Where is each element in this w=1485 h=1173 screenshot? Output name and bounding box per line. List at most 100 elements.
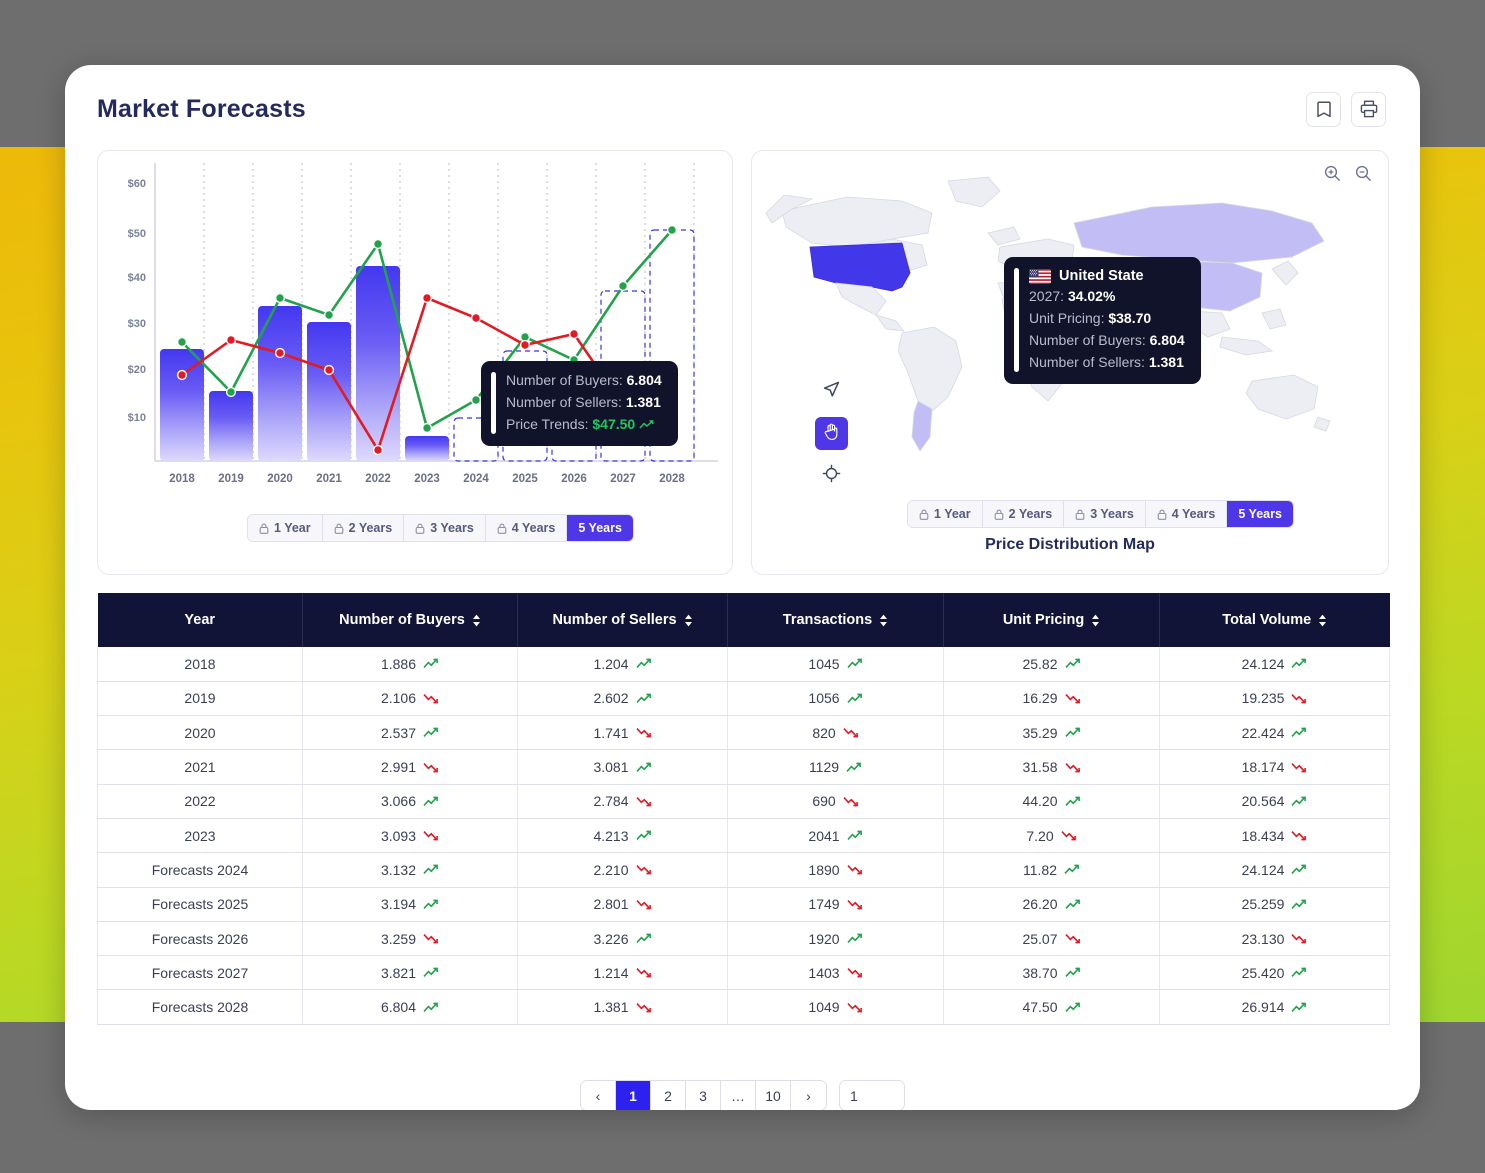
cell-sellers: 1.741	[517, 715, 728, 751]
trend-down-icon	[1064, 934, 1080, 944]
sort-icon[interactable]	[879, 614, 888, 627]
chart-range-tab-3-years[interactable]: 3 Years	[404, 515, 486, 541]
cell-sellers: 2.602	[517, 681, 728, 717]
column-header-year-label: Year	[184, 612, 216, 628]
sort-icon[interactable]	[472, 614, 481, 627]
chart-svg: $60 $50 $40 $30 $20 $10 2018 2019 2020 2…	[128, 163, 718, 485]
map-tool-strip[interactable]	[815, 375, 848, 492]
chart-range-tab-1-year-label: 1 Year	[274, 521, 311, 535]
chart-range-tabs[interactable]: 1 Year 2 Years 3 Years 4 Years 5 Years	[247, 514, 634, 542]
column-header-buyers[interactable]: Number of Buyers	[302, 593, 518, 647]
page-title: Market Forecasts	[97, 94, 306, 123]
tooltip-sellers-label: Number of Sellers:	[506, 393, 622, 410]
cell-transactions: 2041	[727, 818, 944, 854]
cell-transactions: 1920	[727, 921, 944, 957]
table-row: Forecasts 2026 3.259 3.226 1920 25.07 23.130	[97, 921, 1390, 957]
trend-up-icon	[635, 693, 651, 703]
map-range-tab-3-years-label: 3 Years	[1090, 507, 1134, 521]
map-tooltip-buyers-value: 6.804	[1149, 331, 1185, 348]
pagination-group[interactable]: ‹ 1 2 3 … 10 ›	[580, 1080, 827, 1110]
map-range-tab-1-year-label: 1 Year	[934, 507, 971, 521]
trend-down-icon	[423, 693, 438, 704]
sort-icon[interactable]	[1091, 614, 1100, 627]
pan-hand-tool[interactable]	[815, 417, 848, 450]
cell-sellers: 2.801	[517, 887, 728, 922]
trend-up-icon	[1291, 899, 1307, 909]
trend-down-icon	[1064, 762, 1080, 772]
trend-up-icon	[1064, 865, 1079, 875]
cell-unit-pricing: 25.82	[943, 647, 1160, 682]
map-tooltip-buyers-row: Number of Buyers: 6.804	[1029, 332, 1185, 350]
table-row: 2018 1.886 1.204 1045 25.82 24.124	[97, 647, 1390, 682]
print-button[interactable]	[1351, 91, 1386, 127]
map-zoom-controls[interactable]	[1324, 165, 1372, 187]
map-range-tabs[interactable]: 1 Year 2 Years 3 Years 4 Years 5 Years	[907, 500, 1294, 528]
column-header-buyers-label: Number of Buyers	[339, 612, 465, 628]
chart-range-tab-5-years[interactable]: 5 Years	[567, 515, 633, 541]
pagination-page-2[interactable]: 2	[651, 1081, 686, 1110]
target-tool[interactable]	[815, 459, 848, 492]
column-header-total-volume[interactable]: Total Volume	[1159, 593, 1390, 647]
chart-range-tab-2-years-label: 2 Years	[348, 521, 393, 535]
zoom-out-icon[interactable]	[1355, 165, 1372, 187]
column-header-transactions[interactable]: Transactions	[727, 593, 944, 647]
pagination-page-3[interactable]: 3	[686, 1081, 721, 1110]
chart-range-tab-4-years[interactable]: 4 Years	[485, 515, 568, 541]
cell-sellers: 4.213	[517, 818, 728, 854]
pagination-next[interactable]: ›	[791, 1081, 826, 1110]
trend-up-icon	[1064, 796, 1080, 806]
target-icon	[822, 464, 841, 488]
forecast-table-wrap: Year Number of Buyers Number of Sellers …	[97, 593, 1390, 1025]
table-row: Forecasts 2025 3.194 2.801 1749 26.20 25.259	[97, 887, 1390, 922]
map-range-tab-4-years[interactable]: 4 Years	[1145, 501, 1228, 527]
cell-total-volume: 26.914	[1159, 989, 1390, 1025]
chart-range-tab-1-year[interactable]: 1 Year	[248, 515, 323, 541]
cell-transactions: 1049	[727, 989, 944, 1025]
cell-year: Forecasts 2024	[97, 852, 303, 888]
trend-up-icon	[423, 865, 438, 875]
cell-total-volume: 24.124	[1159, 647, 1390, 682]
map-range-tab-2-years[interactable]: 2 Years	[982, 501, 1065, 527]
tooltip-accent-bar	[491, 372, 496, 434]
sort-icon[interactable]	[1318, 614, 1327, 627]
table-row: 2023 3.093 4.213 2041 7.20 18.434	[97, 818, 1390, 854]
pagination-page-10[interactable]: 10	[756, 1081, 791, 1110]
navigate-tool[interactable]	[815, 375, 848, 408]
sort-icon[interactable]	[684, 614, 693, 627]
column-header-sellers[interactable]: Number of Sellers	[517, 593, 728, 647]
cell-unit-pricing: 35.29	[943, 715, 1160, 751]
cell-unit-pricing: 44.20	[943, 784, 1160, 819]
cell-year: Forecasts 2025	[97, 887, 303, 922]
trend-down-icon	[1291, 934, 1307, 944]
chart-tooltip: Number of Buyers: 6.804 Number of Seller…	[481, 361, 678, 446]
svg-text:2023: 2023	[414, 473, 440, 485]
bookmark-button[interactable]	[1306, 91, 1341, 127]
pagination-prev[interactable]: ‹	[581, 1081, 616, 1110]
lock-icon	[415, 523, 425, 534]
pagination[interactable]: ‹ 1 2 3 … 10 ›	[65, 1080, 1420, 1110]
cell-buyers: 3.132	[302, 852, 518, 888]
pagination-jump-input[interactable]	[839, 1080, 905, 1110]
trend-down-icon	[1291, 693, 1307, 704]
cell-buyers: 3.821	[302, 955, 518, 991]
map-tooltip-sellers-row: Number of Sellers: 1.381	[1029, 354, 1185, 372]
svg-text:$20: $20	[128, 364, 146, 376]
card-header: Market Forecasts	[65, 65, 1420, 153]
map-range-tab-3-years[interactable]: 3 Years	[1064, 501, 1146, 527]
trend-up-icon	[639, 420, 654, 429]
lock-icon	[497, 523, 507, 534]
cell-year: Forecasts 2028	[97, 989, 303, 1025]
map-tooltip-title-row: United State	[1029, 268, 1185, 284]
print-icon	[1360, 100, 1378, 118]
zoom-in-icon[interactable]	[1324, 165, 1341, 187]
map-range-tab-5-years[interactable]: 5 Years	[1227, 501, 1293, 527]
chart-range-tab-2-years[interactable]: 2 Years	[322, 515, 405, 541]
map-range-tab-1-year[interactable]: 1 Year	[908, 501, 983, 527]
cell-unit-pricing: 25.07	[943, 921, 1160, 957]
pagination-page-1[interactable]: 1	[616, 1081, 651, 1110]
tooltip-buyers-label: Number of Buyers:	[506, 372, 623, 388]
column-header-unit-pricing-label: Unit Pricing	[1002, 612, 1085, 628]
map-range-tab-5-years-label: 5 Years	[1238, 507, 1282, 521]
svg-text:2027: 2027	[610, 473, 636, 485]
column-header-unit-pricing[interactable]: Unit Pricing	[943, 593, 1160, 647]
